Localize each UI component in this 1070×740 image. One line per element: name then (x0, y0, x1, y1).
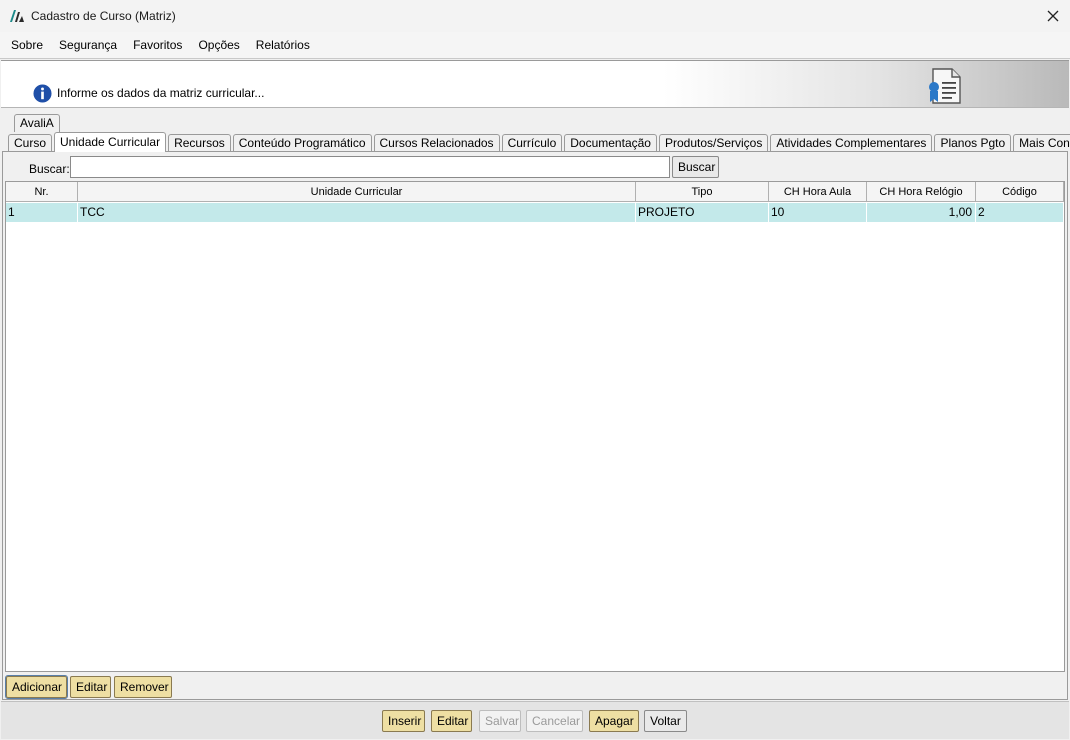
cell-ch-hora-relogio: 1,00 (867, 203, 976, 222)
info-icon (33, 84, 52, 103)
app-logo-icon (10, 10, 24, 22)
info-banner: Informe os dados da matriz curricular... (1, 60, 1069, 108)
search-input[interactable] (70, 156, 670, 178)
tab-atividades-complementares[interactable]: Atividades Complementares (770, 134, 933, 152)
cancel-button[interactable]: Cancelar (526, 710, 583, 732)
cell-unidade-curricular: TCC (78, 203, 636, 222)
tab-produtos-servicos[interactable]: Produtos/Serviços (658, 134, 769, 152)
menu-bar: Sobre Segurança Favoritos Opções Relatór… (0, 32, 1070, 59)
tab-unidade-curricular[interactable]: Unidade Curricular (54, 132, 167, 152)
menu-relatorios[interactable]: Relatórios (248, 38, 318, 52)
insert-button[interactable]: Inserir (382, 710, 425, 732)
tab-row-main: Curso Unidade Curricular Recursos Conteú… (8, 132, 1070, 152)
tab-conteudo-programatico[interactable]: Conteúdo Programático (232, 134, 372, 152)
tab-mais-configs[interactable]: Mais Configs. (1013, 134, 1070, 152)
tab-cursos-relacionados[interactable]: Cursos Relacionados (373, 134, 500, 152)
info-message: Informe os dados da matriz curricular... (57, 86, 265, 100)
tab-curso[interactable]: Curso (8, 134, 53, 152)
close-button[interactable] (1036, 0, 1070, 32)
menu-opcoes[interactable]: Opções (190, 38, 247, 52)
cell-codigo: 2 (976, 203, 1064, 222)
title-bar: Cadastro de Curso (Matriz) (0, 0, 1070, 32)
column-header-codigo[interactable]: Código (976, 182, 1064, 202)
bottom-action-bar: Inserir Editar Salvar Cancelar Apagar Vo… (1, 701, 1069, 739)
tab-planos-pgto[interactable]: Planos Pgto (934, 134, 1012, 152)
tab-avalia[interactable]: AvaliA (14, 114, 60, 132)
column-header-nr[interactable]: Nr. (6, 182, 78, 202)
column-header-ch-hora-aula[interactable]: CH Hora Aula (769, 182, 867, 202)
back-button[interactable]: Voltar (644, 710, 687, 732)
menu-seguranca[interactable]: Segurança (51, 38, 125, 52)
search-label: Buscar: (29, 162, 70, 176)
certificate-icon (929, 68, 961, 104)
add-button[interactable]: Adicionar (5, 675, 68, 699)
edit-button[interactable]: Editar (431, 710, 472, 732)
table-row[interactable]: 1 TCC PROJETO 10 1,00 2 (6, 203, 1064, 222)
table-header: Nr. Unidade Curricular Tipo CH Hora Aula… (6, 182, 1064, 202)
column-header-unidade-curricular[interactable]: Unidade Curricular (78, 182, 636, 202)
remove-button[interactable]: Remover (114, 676, 172, 698)
tab-recursos[interactable]: Recursos (168, 134, 231, 152)
close-icon (1047, 10, 1059, 22)
tab-documentacao[interactable]: Documentação (564, 134, 657, 152)
curricular-units-table: Nr. Unidade Curricular Tipo CH Hora Aula… (5, 181, 1065, 672)
delete-button[interactable]: Apagar (589, 710, 639, 732)
menu-sobre[interactable]: Sobre (3, 38, 51, 52)
cell-nr: 1 (6, 203, 78, 222)
search-button[interactable]: Buscar (672, 156, 719, 178)
menu-favoritos[interactable]: Favoritos (125, 38, 190, 52)
column-header-ch-hora-relogio[interactable]: CH Hora Relógio (867, 182, 976, 202)
cell-tipo: PROJETO (636, 203, 769, 222)
tab-row-upper: AvaliA (14, 114, 62, 132)
edit-item-button[interactable]: Editar (70, 676, 111, 698)
save-button[interactable]: Salvar (479, 710, 521, 732)
cell-ch-hora-aula: 10 (769, 203, 867, 222)
column-header-tipo[interactable]: Tipo (636, 182, 769, 202)
window-title: Cadastro de Curso (Matriz) (31, 9, 176, 23)
tab-curriculo[interactable]: Currículo (501, 134, 563, 152)
tab-panel-unidade-curricular: Buscar: Buscar Nr. Unidade Curricular Ti… (2, 151, 1068, 700)
